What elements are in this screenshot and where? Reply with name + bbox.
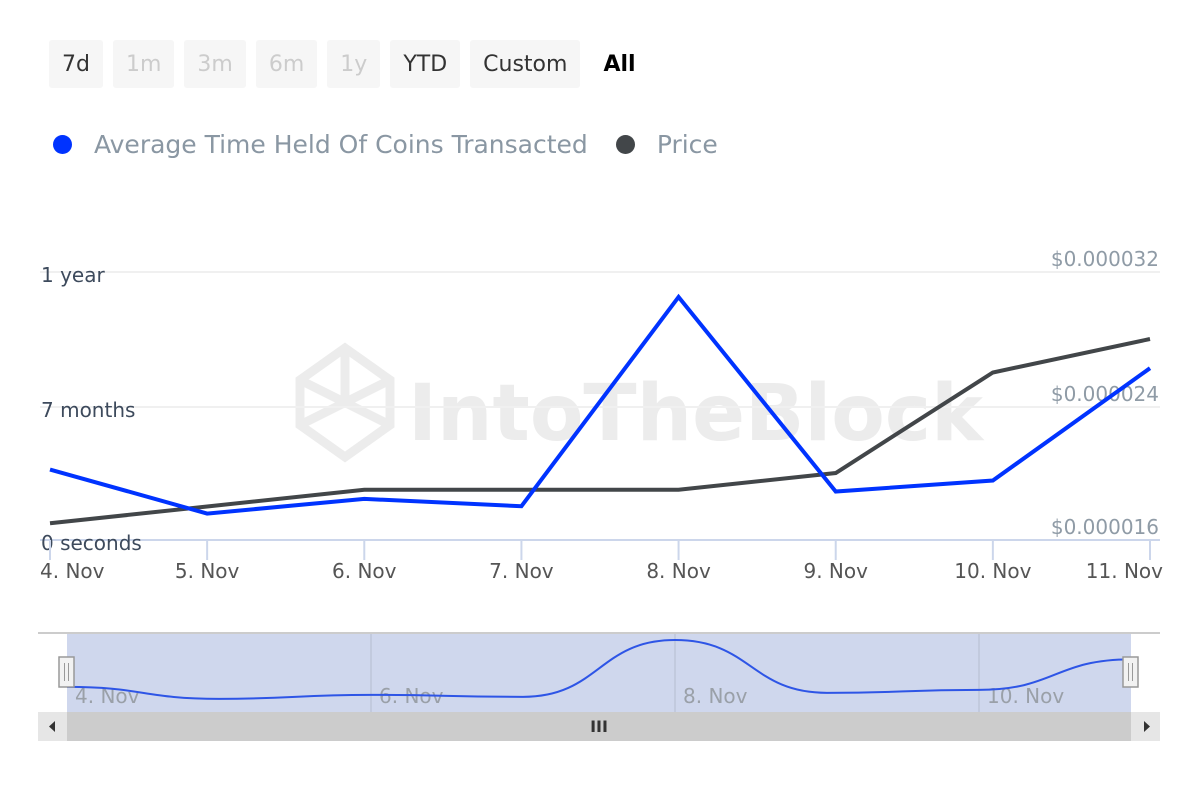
navigator-handle-left[interactable] — [58, 656, 75, 688]
x-axis-tick-label: 10. Nov — [954, 559, 1031, 583]
left-y-axis: 0 seconds 7 months 1 year — [41, 263, 142, 555]
intotheblock-logo-icon — [295, 342, 395, 463]
x-axis-tick-label: 9. Nov — [803, 559, 868, 583]
navigator-tick-label: 8. Nov — [683, 684, 748, 708]
navigator-selected-range[interactable] — [67, 634, 1131, 712]
x-axis-tick-label: 7. Nov — [489, 559, 554, 583]
x-axis-tick-label: 5. Nov — [175, 559, 240, 583]
right-axis-tick-label: $0.000016 — [1051, 515, 1159, 539]
x-axis: 4. Nov 5. Nov 6. Nov 7. Nov 8. Nov 9. Nov 10. … — [40, 540, 1163, 583]
left-axis-tick-label: 1 year — [41, 263, 105, 287]
x-axis-tick-label: 8. Nov — [646, 559, 711, 583]
scroll-right-button[interactable] — [1131, 712, 1160, 741]
navigator[interactable]: 4. Nov 6. Nov 8. Nov 10. Nov — [38, 632, 1160, 712]
grid-lines — [40, 271, 1160, 541]
navigator-tick-label: 10. Nov — [987, 684, 1064, 708]
left-axis-tick-label: 7 months — [41, 398, 135, 422]
scrollbar[interactable]: III — [38, 712, 1160, 741]
x-axis-tick-label: 6. Nov — [332, 559, 397, 583]
left-axis-tick-label: 0 seconds — [41, 531, 142, 555]
x-axis-tick-label: 4. Nov — [40, 559, 105, 583]
right-axis-tick-label: $0.000032 — [1051, 247, 1159, 271]
scrollbar-grip-icon: III — [590, 717, 608, 736]
watermark-text: IntoTheBlock — [408, 369, 985, 459]
x-axis-tick-label: 11. Nov — [1086, 559, 1163, 583]
right-y-axis: $0.000016$0.000024$0.000032 — [1051, 247, 1159, 539]
line-chart: IntoTheBlock 0 seconds 7 months 1 year $0.… — [38, 247, 1163, 741]
navigator-handle-right[interactable] — [1122, 656, 1139, 688]
scroll-left-button[interactable] — [38, 712, 67, 741]
